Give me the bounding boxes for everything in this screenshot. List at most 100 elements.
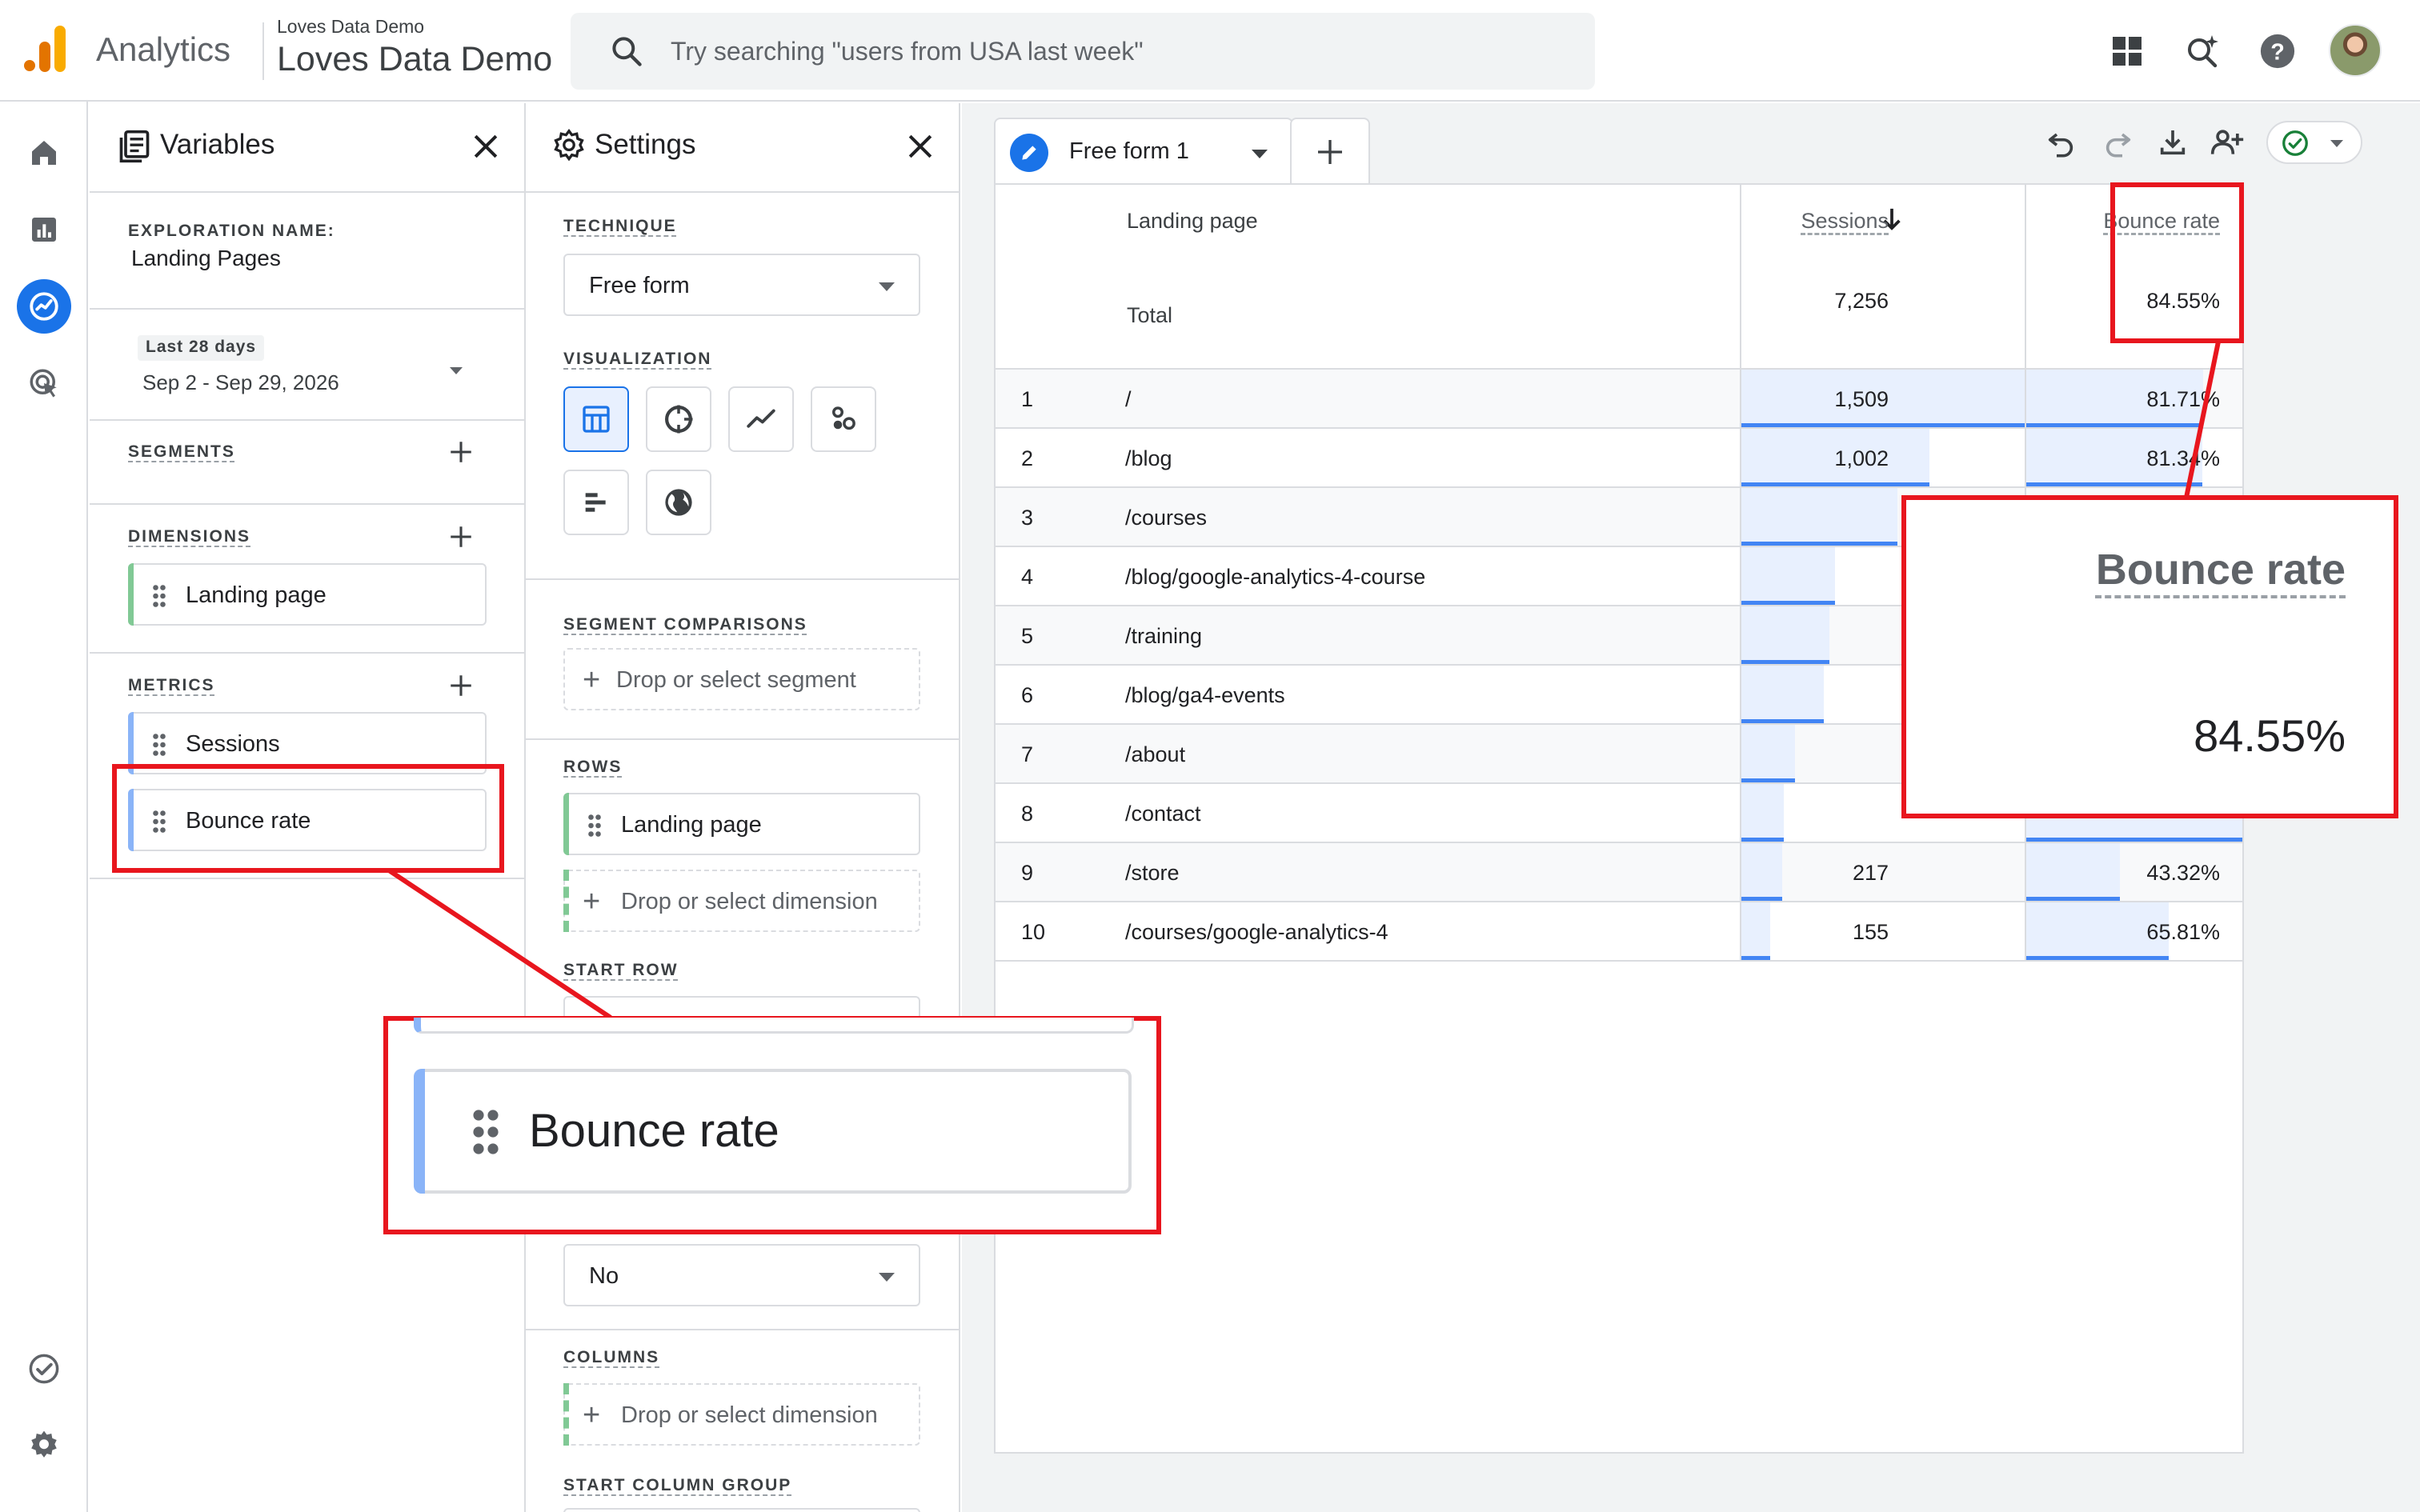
explore-icon[interactable] xyxy=(17,279,71,334)
landing-page-cell[interactable]: /blog/ga4-events xyxy=(1125,683,1285,708)
landing-page-cell[interactable]: /contact xyxy=(1125,802,1201,826)
viz-line-button[interactable] xyxy=(728,386,794,452)
apps-grid-icon[interactable] xyxy=(2105,29,2150,74)
redo-icon[interactable] xyxy=(2098,122,2138,162)
landing-page-cell[interactable]: /training xyxy=(1125,624,1202,649)
landing-page-cell[interactable]: /blog/google-analytics-4-course xyxy=(1125,565,1425,590)
avatar[interactable] xyxy=(2329,24,2382,77)
reports-icon[interactable] xyxy=(17,202,71,257)
share-user-icon[interactable] xyxy=(2207,122,2247,162)
download-icon[interactable] xyxy=(2153,122,2193,162)
account-name[interactable]: Loves Data Demo xyxy=(277,16,424,38)
landing-page-cell[interactable]: /blog xyxy=(1125,446,1172,471)
product-name: Analytics xyxy=(96,30,231,68)
viz-scatter-button[interactable] xyxy=(811,386,876,452)
segment-drop-zone[interactable]: + Drop or select segment xyxy=(563,648,920,710)
add-segment-button[interactable] xyxy=(443,434,479,470)
add-dimension-button[interactable] xyxy=(443,519,479,554)
landing-page-cell[interactable]: /courses xyxy=(1125,506,1207,530)
select-value: Free form xyxy=(589,273,690,298)
drag-handle-icon[interactable] xyxy=(587,814,602,838)
advertising-icon[interactable] xyxy=(17,356,71,410)
drag-handle-icon[interactable] xyxy=(152,733,166,757)
table-row[interactable]: 2/blog 1,002 81.34% xyxy=(996,427,2242,488)
divider xyxy=(526,1329,959,1330)
dimension-header[interactable]: Landing page xyxy=(1127,209,1258,234)
svg-text:?: ? xyxy=(2270,40,2285,66)
property-selector[interactable]: Loves Data Demo xyxy=(277,40,552,79)
chevron-down-icon xyxy=(450,367,463,374)
chip-color-bar xyxy=(414,1069,425,1194)
landing-page-cell[interactable]: /about xyxy=(1125,742,1185,767)
start-column-group-select[interactable] xyxy=(563,1508,920,1512)
analytics-logo-icon[interactable] xyxy=(22,26,69,74)
add-tab-button[interactable] xyxy=(1290,118,1370,185)
drop-zone-bar xyxy=(563,870,569,932)
chip-fragment xyxy=(414,1018,1134,1034)
table-row[interactable]: 9/store 217 43.32% xyxy=(996,842,2242,902)
close-icon[interactable] xyxy=(903,129,938,164)
nested-rows-select[interactable]: No xyxy=(563,1244,920,1306)
segments-label: SEGMENTS xyxy=(128,442,235,461)
home-icon[interactable] xyxy=(17,126,71,180)
search-insights-icon[interactable] xyxy=(2180,29,2225,74)
search-input[interactable] xyxy=(671,13,1551,90)
row-index: 3 xyxy=(1021,506,1034,530)
undo-icon[interactable] xyxy=(2041,122,2081,162)
bounce-rate-header-zoom: Bounce rate 84.55% xyxy=(1901,495,2398,818)
row-chip-landing-page[interactable]: Landing page xyxy=(563,793,920,855)
table-row[interactable]: 10/courses/google-analytics-4 155 65.81% xyxy=(996,901,2242,962)
exploration-name-label: EXPLORATION NAME: xyxy=(128,222,335,240)
scatter-chart-icon xyxy=(832,406,855,430)
metrics-label: METRICS xyxy=(128,676,215,694)
plus-icon xyxy=(1318,140,1342,164)
landing-page-cell[interactable]: /courses/google-analytics-4 xyxy=(1125,920,1388,945)
row-index: 1 xyxy=(1021,387,1034,411)
help-icon[interactable]: ? xyxy=(2255,29,2300,74)
add-metric-button[interactable] xyxy=(443,668,479,703)
row-index: 7 xyxy=(1021,742,1034,766)
viz-donut-button[interactable] xyxy=(646,386,711,452)
plus-icon: + xyxy=(583,1398,601,1432)
tab-free-form-1[interactable]: Free form 1 xyxy=(994,118,1293,185)
settings-gear-icon xyxy=(554,129,584,162)
insights-check-icon[interactable] xyxy=(17,1342,71,1396)
dimension-chip-landing-page[interactable]: Landing page xyxy=(128,563,487,626)
bounce-rate-cell: 43.32% xyxy=(2146,861,2220,885)
bounce-rate-heat-bar xyxy=(2026,843,2120,901)
zoomed-metric-chip: Bounce rate xyxy=(414,1069,1132,1194)
column-drop-zone[interactable]: + Drop or select dimension xyxy=(563,1383,920,1446)
search-bar[interactable] xyxy=(571,13,1595,90)
landing-page-cell[interactable]: / xyxy=(1125,387,1132,412)
technique-label: TECHNIQUE xyxy=(563,217,677,235)
row-index: 9 xyxy=(1021,861,1034,885)
viz-table-button[interactable] xyxy=(563,386,629,452)
row-drop-zone[interactable]: + Drop or select dimension xyxy=(563,870,920,932)
landing-page-cell[interactable]: /store xyxy=(1125,861,1180,886)
divider xyxy=(526,738,959,740)
table-row[interactable]: 1 / 1,509 81.71% xyxy=(996,368,2242,429)
admin-gear-icon[interactable] xyxy=(17,1418,71,1473)
chevron-down-icon[interactable] xyxy=(1252,150,1268,158)
sessions-heat-bar xyxy=(1741,606,1829,664)
row-index: 2 xyxy=(1021,446,1034,470)
chip-color-bar xyxy=(128,563,134,626)
date-range-picker[interactable]: Last 28 days Sep 2 - Sep 29, 2026 xyxy=(131,335,483,407)
drop-zone-label: Drop or select dimension xyxy=(621,889,878,914)
variables-header: Variables xyxy=(90,103,524,193)
sessions-header[interactable]: Sessions xyxy=(1801,209,1889,234)
sessions-total: 7,256 xyxy=(1834,289,1889,313)
close-icon[interactable] xyxy=(468,129,503,164)
data-quality-status[interactable] xyxy=(2266,121,2362,164)
check-circle-icon xyxy=(2282,130,2308,156)
viz-geo-button[interactable] xyxy=(646,470,711,535)
exploration-name-field[interactable]: Landing Pages xyxy=(131,246,281,271)
technique-select[interactable]: Free form xyxy=(563,254,920,316)
viz-bar-button[interactable] xyxy=(563,470,629,535)
sessions-heat-bar xyxy=(1741,488,1897,546)
divider xyxy=(90,503,524,505)
drag-handle-icon[interactable] xyxy=(152,584,166,608)
tab-label: Free form 1 xyxy=(1069,138,1189,164)
segment-comparisons-label: SEGMENT COMPARISONS xyxy=(563,615,807,634)
chevron-down-icon xyxy=(879,1273,895,1282)
